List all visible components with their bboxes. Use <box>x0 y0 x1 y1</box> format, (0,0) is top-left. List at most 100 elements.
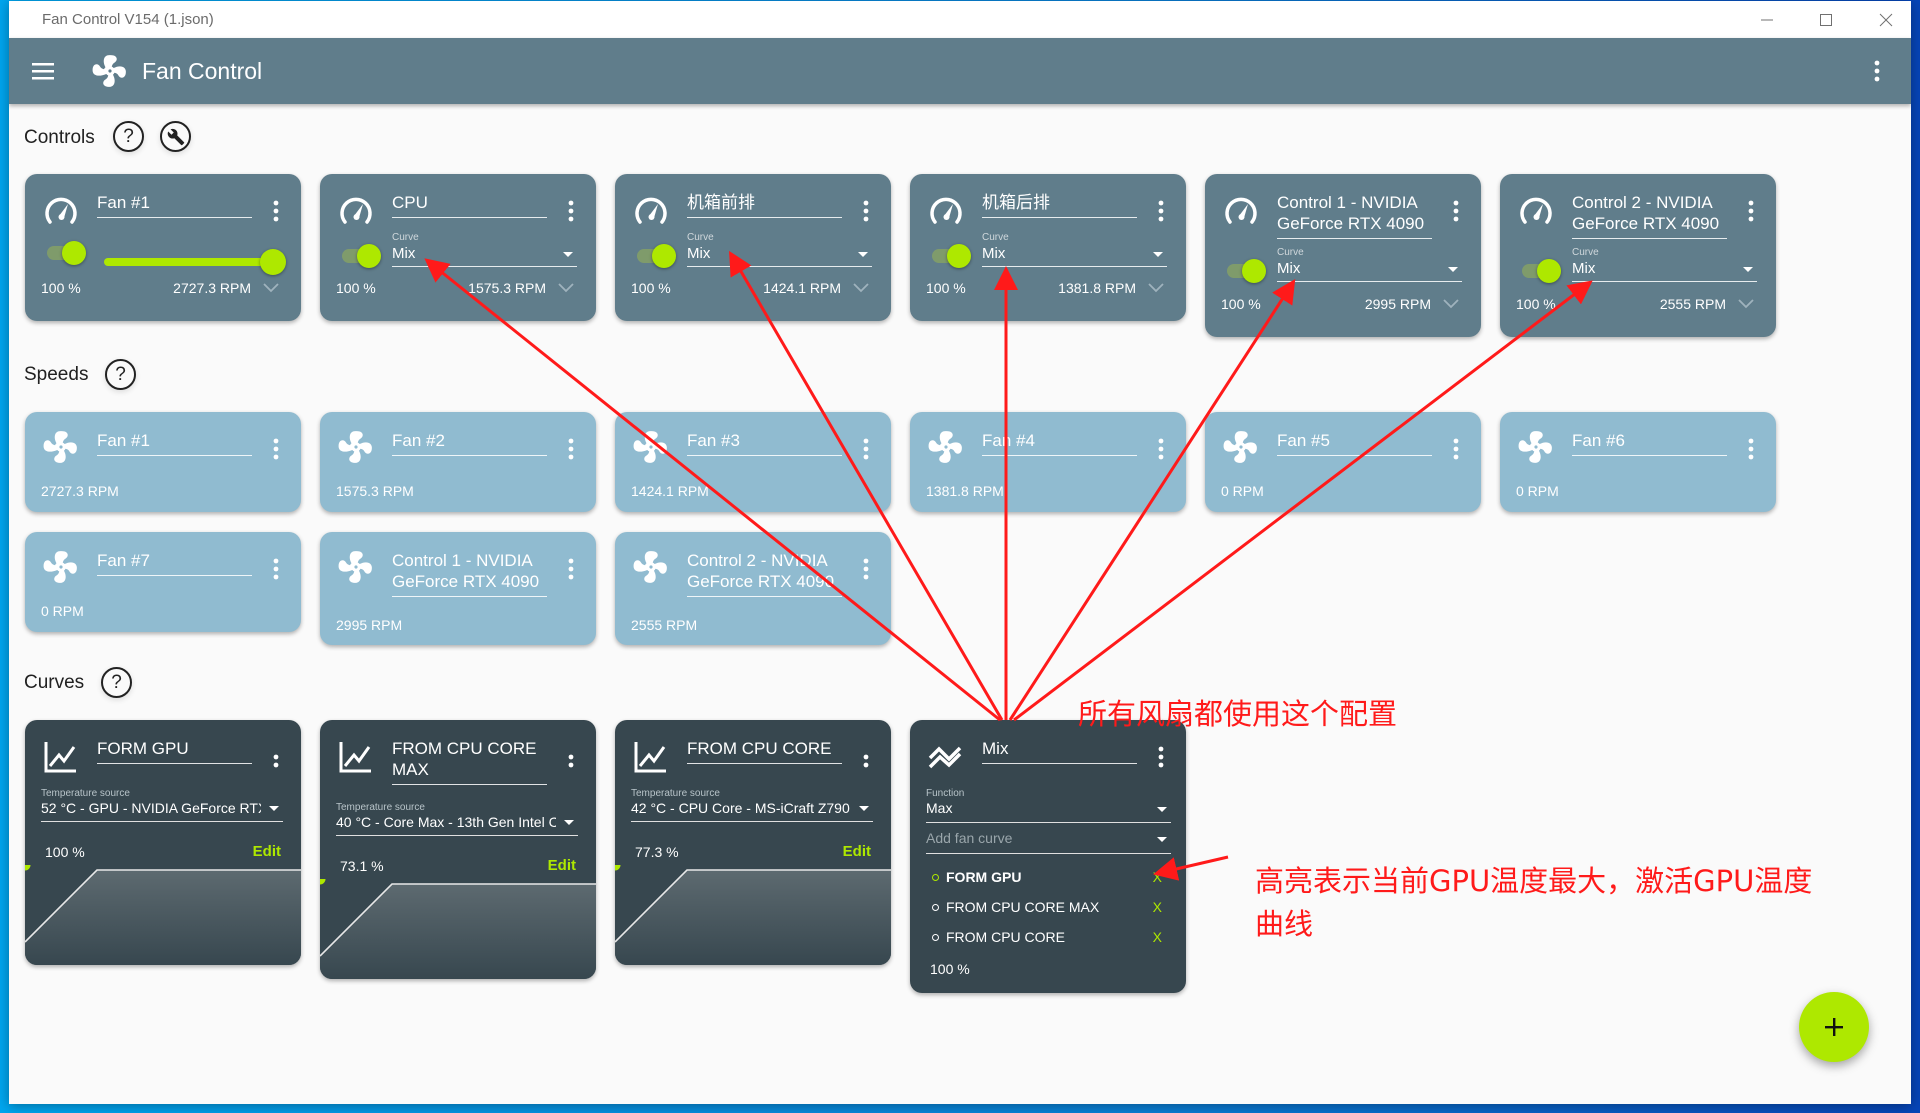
add-button[interactable] <box>1799 992 1869 1062</box>
control-name-field[interactable]: CPU <box>392 192 547 218</box>
kebab-menu-icon[interactable] <box>1748 438 1754 460</box>
kebab-menu-icon[interactable] <box>273 200 279 222</box>
speed-name-field[interactable]: Fan #3 <box>687 430 842 456</box>
curve-name-field[interactable]: FORM GPU <box>97 738 252 764</box>
fan-icon <box>633 551 667 583</box>
maximize-button[interactable] <box>1803 1 1849 38</box>
kebab-menu-icon[interactable] <box>568 746 574 768</box>
curves-help-icon[interactable]: ? <box>101 667 132 698</box>
curve-select[interactable]: Curve Mix <box>1277 247 1462 282</box>
kebab-menu-icon[interactable] <box>1158 200 1164 222</box>
curve-current-point[interactable] <box>615 865 621 871</box>
kebab-menu-icon[interactable] <box>1453 438 1459 460</box>
control-name: 机箱前排 <box>687 193 755 212</box>
enable-toggle[interactable] <box>635 244 676 268</box>
expand-chevron-icon[interactable] <box>853 283 869 293</box>
control-name-field[interactable]: Control 1 - NVIDIA GeForce RTX 4090 <box>1277 192 1432 239</box>
chevron-down-icon <box>859 806 869 811</box>
control-percent: 100 % <box>336 280 376 296</box>
curve-select[interactable]: Curve Mix <box>687 232 872 267</box>
curve-card: FROM CPU CORE Temperature source 42 °C -… <box>615 720 891 965</box>
temperature-source-label: Temperature source <box>41 788 130 799</box>
kebab-menu-icon[interactable] <box>1158 438 1164 460</box>
curve-select[interactable]: Curve Mix <box>982 232 1167 267</box>
add-fan-curve-select[interactable]: Add fan curve <box>926 830 1171 854</box>
expand-chevron-icon[interactable] <box>1443 299 1459 309</box>
hamburger-menu-icon[interactable] <box>29 58 59 84</box>
kebab-menu-icon[interactable] <box>863 746 869 768</box>
chevron-down-icon <box>1157 837 1167 842</box>
kebab-menu-icon[interactable] <box>1871 58 1883 84</box>
kebab-menu-icon[interactable] <box>273 746 279 768</box>
control-name: 机箱后排 <box>982 193 1050 212</box>
app-window: Fan Control V154 (1.json) Fan Control Co… <box>9 1 1911 1104</box>
remove-curve-button[interactable]: X <box>1153 899 1162 915</box>
speeds-help-icon[interactable]: ? <box>105 359 136 390</box>
speed-rpm: 2995 RPM <box>336 617 403 633</box>
speed-rpm: 0 RPM <box>1221 483 1264 499</box>
control-name-field[interactable]: Fan #1 <box>97 192 252 218</box>
control-name-field[interactable]: 机箱后排 <box>982 192 1137 218</box>
curve-select[interactable]: Curve Mix <box>1572 247 1757 282</box>
kebab-menu-icon[interactable] <box>863 200 869 222</box>
speed-name-field[interactable]: Fan #1 <box>97 430 252 456</box>
speed-name: Fan #2 <box>392 431 445 450</box>
kebab-menu-icon[interactable] <box>863 558 869 580</box>
edit-curve-button[interactable]: Edit <box>253 843 281 860</box>
speed-name-field[interactable]: Control 1 - NVIDIA GeForce RTX 4090 <box>392 550 547 597</box>
curve-fill <box>615 870 891 965</box>
speed-slider[interactable] <box>104 249 286 275</box>
temperature-source-select[interactable]: 42 °C - CPU Core - MS-iCraft Z790 <box>631 800 873 822</box>
close-button[interactable] <box>1863 1 1909 38</box>
control-name-field[interactable]: Control 2 - NVIDIA GeForce RTX 4090 <box>1572 192 1727 239</box>
enable-toggle[interactable] <box>930 244 971 268</box>
curve-select[interactable]: Curve Mix <box>392 232 577 267</box>
minimize-button[interactable] <box>1744 1 1790 38</box>
speed-name-field[interactable]: Fan #5 <box>1277 430 1432 456</box>
controls-help-icon[interactable]: ? <box>113 121 144 152</box>
kebab-menu-icon[interactable] <box>568 438 574 460</box>
curve-name-field[interactable]: FROM CPU CORE <box>687 738 842 764</box>
wrench-icon[interactable] <box>160 121 191 152</box>
slider-track <box>104 258 282 266</box>
slider-handle[interactable] <box>260 249 286 275</box>
expand-chevron-icon[interactable] <box>558 283 574 293</box>
edit-curve-button[interactable]: Edit <box>843 843 871 860</box>
curve-chart <box>320 879 596 979</box>
expand-chevron-icon[interactable] <box>1738 299 1754 309</box>
kebab-menu-icon[interactable] <box>1453 200 1459 222</box>
mix-kebab-icon[interactable] <box>1158 746 1164 768</box>
expand-chevron-icon[interactable] <box>263 283 279 293</box>
enable-toggle[interactable] <box>1520 259 1561 283</box>
kebab-menu-icon[interactable] <box>273 438 279 460</box>
temperature-source-select[interactable]: 40 °C - Core Max - 13th Gen Intel Core <box>336 814 578 836</box>
temperature-source-select[interactable]: 52 °C - GPU - NVIDIA GeForce RTX 4090 <box>41 800 283 822</box>
kebab-menu-icon[interactable] <box>863 438 869 460</box>
enable-toggle[interactable] <box>1225 259 1266 283</box>
speed-card: Control 2 - NVIDIA GeForce RTX 4090 2555… <box>615 532 891 645</box>
curve-name-field[interactable]: FROM CPU CORE MAX <box>392 738 547 785</box>
function-select[interactable]: Max <box>926 800 1171 823</box>
kebab-menu-icon[interactable] <box>273 558 279 580</box>
edit-curve-button[interactable]: Edit <box>548 857 576 874</box>
control-name-field[interactable]: 机箱前排 <box>687 192 842 218</box>
curve-current-point[interactable] <box>320 879 326 885</box>
kebab-menu-icon[interactable] <box>1748 200 1754 222</box>
curve-value: Mix <box>1572 260 1596 277</box>
remove-curve-button[interactable]: X <box>1153 929 1162 945</box>
enable-toggle[interactable] <box>340 244 381 268</box>
fan-icon <box>338 431 372 463</box>
speed-name-field[interactable]: Control 2 - NVIDIA GeForce RTX 4090 <box>687 550 842 597</box>
curve-current-point[interactable] <box>25 865 31 871</box>
remove-curve-button[interactable]: X <box>1153 869 1162 885</box>
speed-name-field[interactable]: Fan #4 <box>982 430 1137 456</box>
expand-chevron-icon[interactable] <box>1148 283 1164 293</box>
enable-toggle[interactable] <box>45 241 86 265</box>
chevron-down-icon <box>1157 807 1167 812</box>
mix-name-field[interactable]: Mix <box>982 738 1137 764</box>
speed-name-field[interactable]: Fan #6 <box>1572 430 1727 456</box>
speed-name-field[interactable]: Fan #2 <box>392 430 547 456</box>
speed-name-field[interactable]: Fan #7 <box>97 550 252 576</box>
kebab-menu-icon[interactable] <box>568 558 574 580</box>
kebab-menu-icon[interactable] <box>568 200 574 222</box>
